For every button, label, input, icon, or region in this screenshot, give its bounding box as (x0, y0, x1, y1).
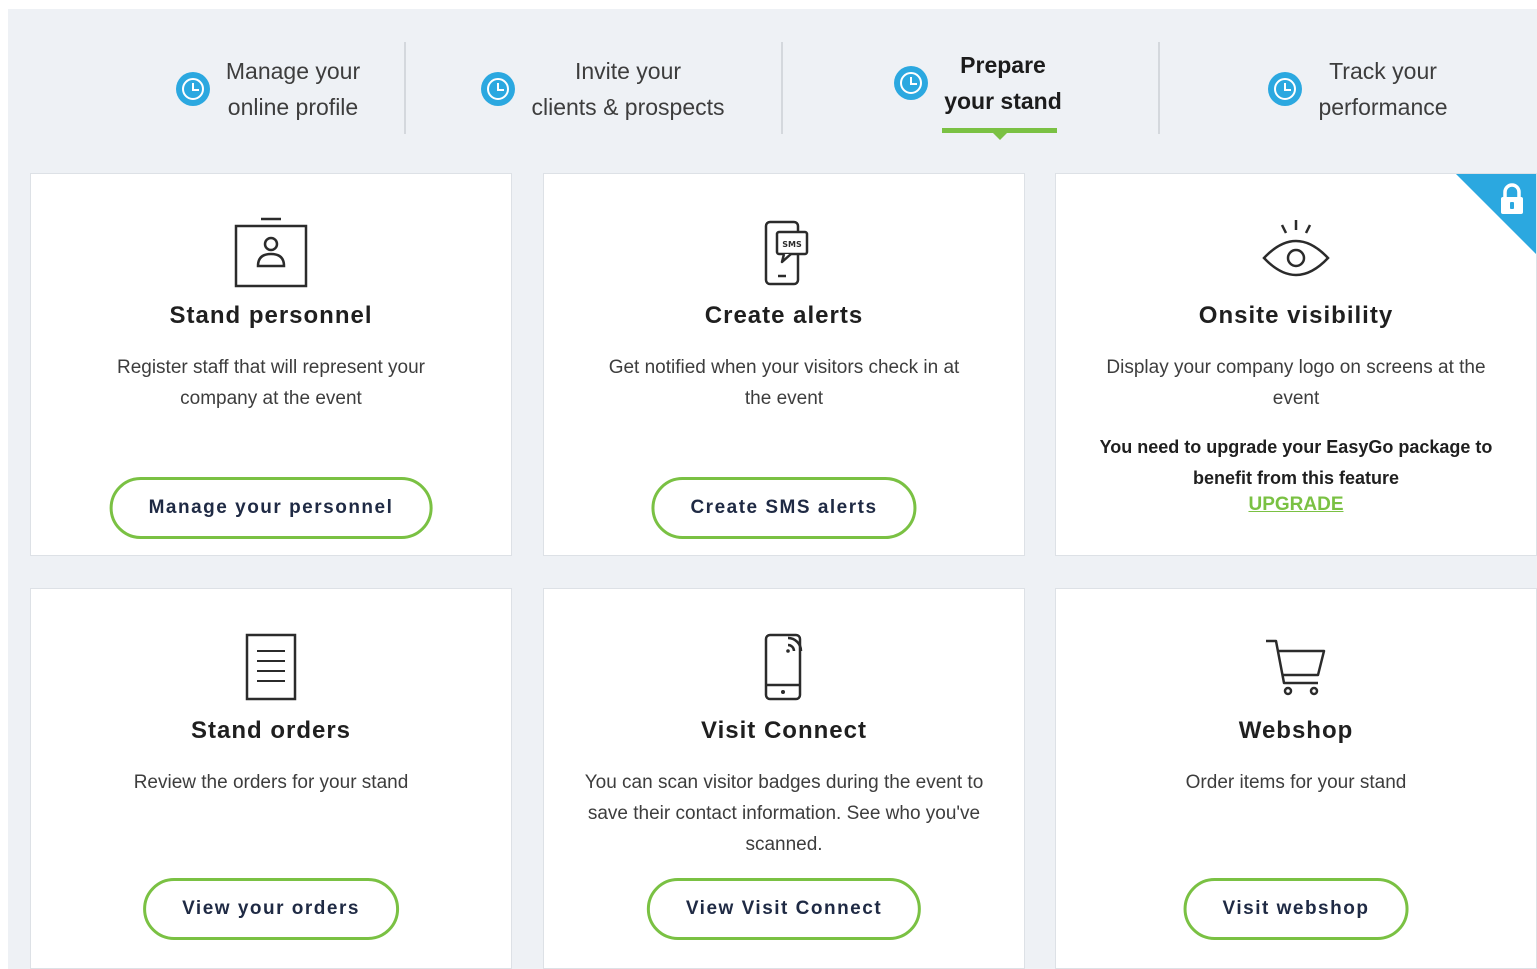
view-visit-connect-button[interactable]: View Visit Connect (646, 878, 922, 940)
step-invite-clients[interactable]: Invite your clients & prospects (458, 43, 748, 135)
card-title: Webshop (1238, 717, 1354, 744)
card-description: You can scan visitor badges during the e… (584, 772, 984, 855)
step-label: Manage your online profile (225, 58, 361, 120)
upgrade-notice: You need to upgrade your EasyGo package … (1099, 437, 1493, 488)
create-sms-alerts-button[interactable]: Create SMS alerts (651, 477, 917, 539)
view-orders-button[interactable]: View your orders (143, 878, 399, 940)
step-divider (1158, 42, 1160, 134)
clock-icon (175, 72, 210, 106)
clock-icon (1268, 72, 1303, 106)
badge-icon (234, 217, 308, 288)
manage-personnel-button[interactable]: Manage your personnel (109, 477, 433, 539)
step-label: Track your performance (1318, 58, 1448, 120)
card-stand-orders: Stand orders Review the orders for your … (30, 588, 512, 969)
card-title: Onsite visibility (1198, 302, 1394, 329)
sms-phone-icon: SMS (764, 220, 809, 286)
document-icon (245, 633, 297, 701)
card-onsite-visibility: Onsite visibility Display your company l… (1055, 173, 1537, 556)
cart-icon (1266, 639, 1326, 696)
card-stand-personnel: Stand personnel Register staff that will… (30, 173, 512, 556)
step-prepare-stand[interactable]: Prepare your stand (878, 37, 1078, 140)
step-label: Invite your clients & prospects (531, 58, 725, 120)
lock-icon (1501, 183, 1523, 214)
card-description: Get notified when your visitors check in… (608, 357, 960, 409)
active-step-indicator (942, 128, 1057, 140)
card-title: Create alerts (704, 302, 864, 329)
step-track-performance[interactable]: Track your performance (1248, 43, 1468, 135)
upgrade-link[interactable]: UPGRADE (1056, 494, 1536, 516)
card-description: Review the orders for your stand (133, 772, 409, 793)
step-divider (781, 42, 783, 134)
card-visit-connect: Visit Connect You can scan visitor badge… (543, 588, 1025, 969)
step-label: Prepare your stand (944, 52, 1062, 114)
visit-webshop-button[interactable]: Visit webshop (1183, 878, 1409, 940)
step-divider (404, 42, 406, 134)
step-navigation: Manage your online profile Invite your c… (8, 9, 1537, 159)
page-background: Manage your online profile Invite your c… (8, 9, 1537, 969)
eye-icon (1262, 220, 1330, 277)
phone-wireless-icon (764, 633, 803, 701)
clock-icon (481, 72, 516, 106)
card-description: Order items for your stand (1185, 772, 1407, 793)
step-manage-profile[interactable]: Manage your online profile (118, 43, 418, 135)
card-description: Register staff that will represent your … (116, 357, 425, 409)
clock-icon (894, 66, 929, 100)
card-title: Visit Connect (701, 717, 867, 744)
sms-label: SMS (782, 240, 802, 249)
card-description: Display your company logo on screens at … (1106, 357, 1486, 409)
card-title: Stand personnel (169, 302, 373, 329)
card-create-alerts: SMS Create alerts Get notified when your… (543, 173, 1025, 556)
card-title: Stand orders (190, 717, 352, 744)
card-webshop: Webshop Order items for your stand Visit… (1055, 588, 1537, 969)
